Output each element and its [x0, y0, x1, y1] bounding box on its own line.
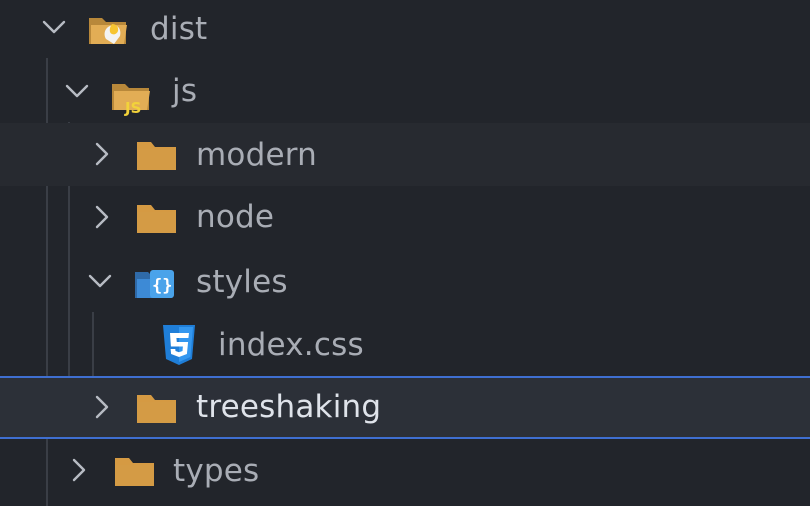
- css3-file-icon: [157, 323, 203, 367]
- tree-item-modern[interactable]: modern: [0, 123, 810, 186]
- chevron-down-icon[interactable]: [63, 77, 91, 105]
- svg-text:JS: JS: [124, 99, 141, 116]
- folder-css-open-icon: {}: [132, 260, 178, 304]
- tree-item-dist[interactable]: dist: [0, 0, 810, 63]
- tree-item-types[interactable]: types: [0, 439, 810, 502]
- svg-text:{}: {}: [152, 276, 172, 296]
- chevron-right-icon[interactable]: [65, 456, 93, 484]
- tree-item-styles[interactable]: {} styles: [0, 250, 810, 313]
- chevron-right-icon[interactable]: [88, 393, 116, 421]
- tree-item-label: types: [173, 453, 260, 489]
- tree-item-index-css[interactable]: index.css: [0, 313, 810, 376]
- tree-item-label: js: [172, 73, 198, 109]
- tree-item-label: node: [196, 199, 275, 235]
- chevron-right-icon[interactable]: [88, 140, 116, 168]
- tree-item-js[interactable]: JS js: [0, 60, 810, 123]
- folder-icon: [134, 386, 180, 430]
- tree-item-label: dist: [150, 11, 208, 47]
- chevron-down-icon[interactable]: [40, 13, 68, 41]
- folder-dist-open-icon: [86, 6, 132, 50]
- folder-js-open-icon: JS: [109, 72, 155, 116]
- tree-item-label: styles: [196, 264, 288, 300]
- tree-item-label: index.css: [218, 327, 364, 363]
- tree-item-node[interactable]: node: [0, 186, 810, 249]
- folder-icon: [134, 196, 180, 240]
- file-explorer-tree: dist JS js modern node {} styles index.c…: [0, 0, 810, 506]
- tree-item-treeshaking[interactable]: treeshaking: [0, 376, 810, 439]
- folder-icon: [112, 449, 158, 493]
- folder-icon: [134, 133, 180, 177]
- chevron-right-icon[interactable]: [88, 203, 116, 231]
- chevron-down-icon[interactable]: [86, 267, 114, 295]
- tree-item-label: modern: [196, 137, 317, 173]
- tree-item-label: treeshaking: [196, 389, 382, 425]
